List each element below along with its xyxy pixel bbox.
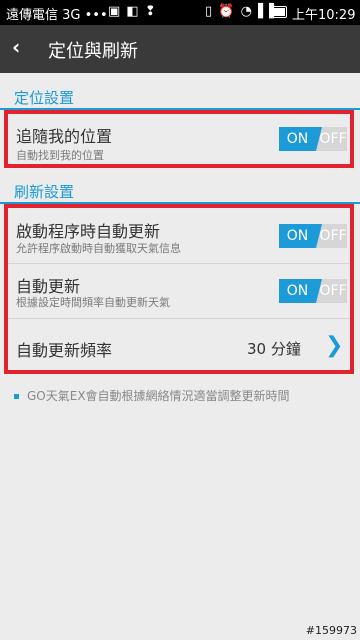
status-bar: 遠傳電信 3G ••• ▣ ◧ ❢ ▯ ⏰ ◔ ▌▌ 上午10:29 [0,0,360,25]
info-note: GO天氣EX會自動根據網絡情況適當調整更新時間 [14,387,290,404]
page-title: 定位與刷新 [48,41,138,62]
app-header: ‹ 定位與刷新 [0,25,360,73]
back-icon[interactable]: ‹ [12,35,20,59]
battery-icon [269,6,287,18]
notification-icons: ▣ ◧ ❢ [108,4,157,19]
status-clock: 上午10:29 [292,8,356,23]
bullet-icon [14,394,19,399]
highlight-box-location [4,110,354,168]
section-title-refresh: 刷新設置 [14,183,75,201]
section-title-location: 定位設置 [14,89,75,107]
watermark: #159973 [305,624,357,637]
highlight-box-refresh [4,204,354,374]
info-note-text: GO天氣EX會自動根據網絡情況適當調整更新時間 [27,389,290,403]
carrier-label: 遠傳電信 3G ••• [6,8,108,23]
